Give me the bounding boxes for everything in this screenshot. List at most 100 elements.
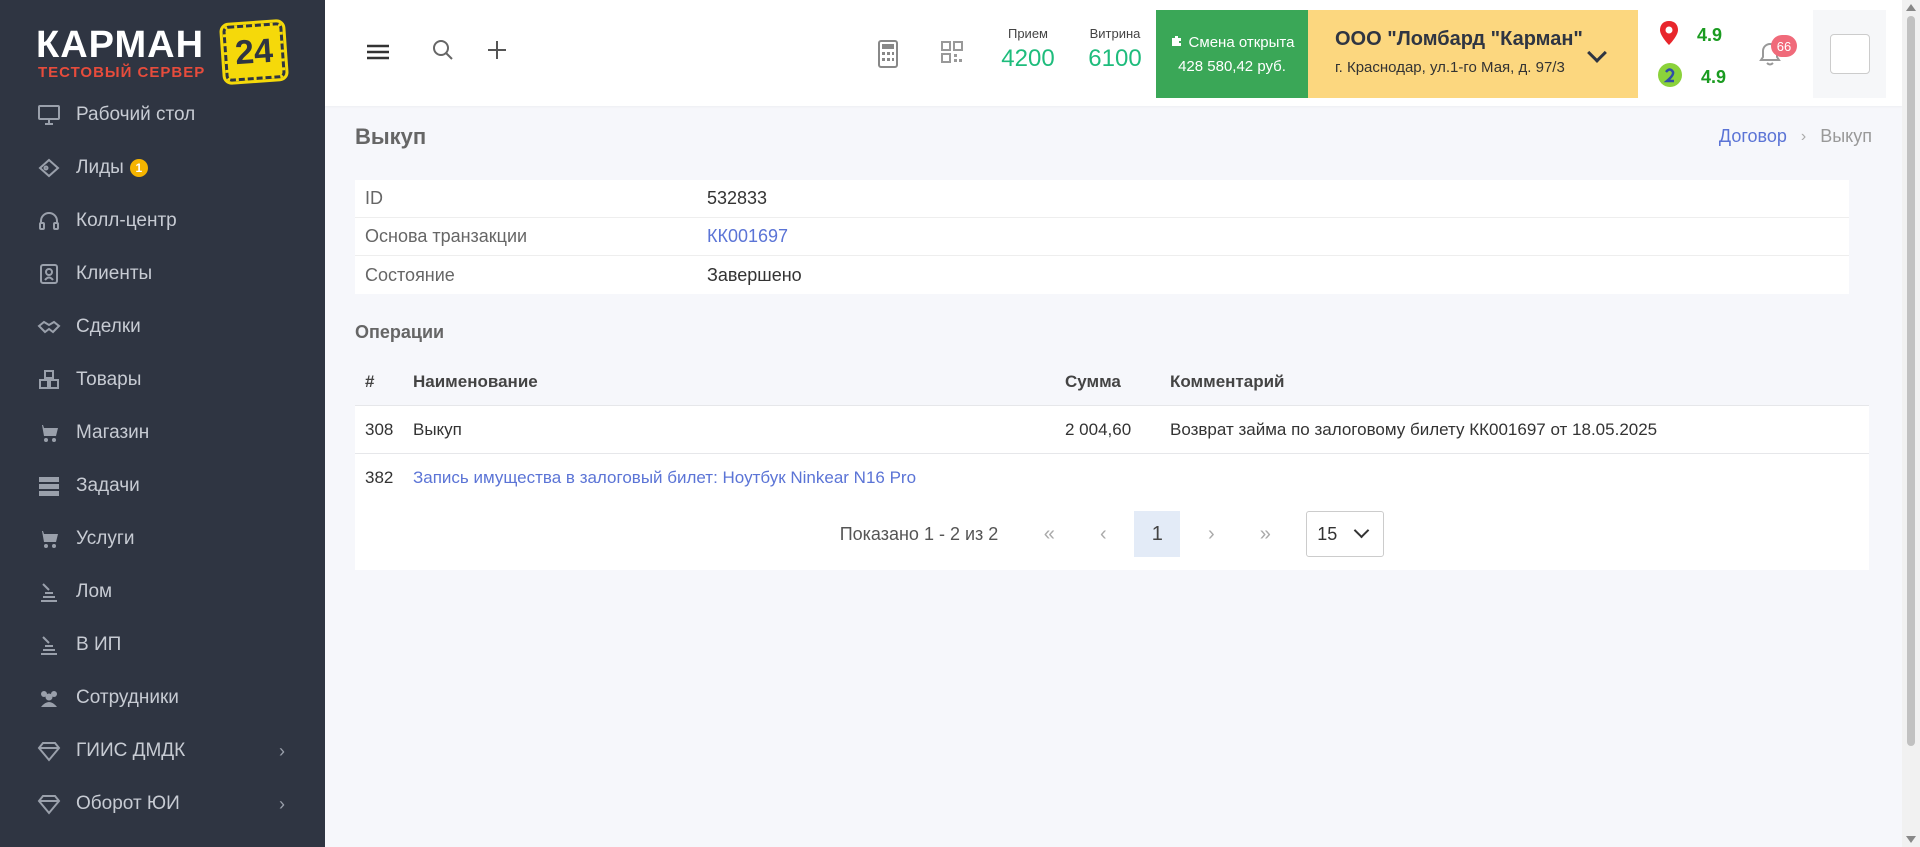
breadcrumb-current: Выкуп bbox=[1820, 126, 1872, 146]
sidebar-item-services[interactable]: Услуги bbox=[0, 512, 325, 565]
logo[interactable]: КАРМАН 24 ТЕСТОВЫЙ СЕРВЕР bbox=[36, 10, 290, 86]
sidebar-item-shop[interactable]: Магазин bbox=[0, 406, 325, 459]
detail-row-basis: Основа транзакции КК001697 bbox=[355, 218, 1849, 256]
shift-status-button[interactable]: Смена открыта 428 580,42 руб. bbox=[1156, 10, 1308, 98]
puzzle-icon bbox=[1170, 34, 1184, 52]
boxes-icon bbox=[36, 369, 62, 391]
cell-name-link[interactable]: Запись имущества в залоговый билет: Ноут… bbox=[413, 468, 916, 488]
page-title: Выкуп bbox=[355, 124, 427, 149]
logo-number: 24 bbox=[218, 18, 290, 86]
main-content: Выкуп Договор › Выкуп ID 532833 Основа т… bbox=[325, 106, 1902, 847]
priem-value: 4200 bbox=[1001, 45, 1055, 72]
sidebar-item-tasks[interactable]: Задачи bbox=[0, 459, 325, 512]
cell-sum: 2 004,60 bbox=[1065, 419, 1132, 439]
rating-map[interactable]: 4.9 bbox=[1659, 20, 1722, 51]
user-menu[interactable] bbox=[1813, 10, 1886, 98]
avatar bbox=[1830, 34, 1870, 74]
per-page-select[interactable]: 15 bbox=[1306, 511, 1385, 557]
sidebar-item-label: Колл-центр bbox=[76, 209, 177, 231]
vitrina-value: 6100 bbox=[1088, 45, 1142, 72]
logo-subtitle: ТЕСТОВЫЙ СЕРВЕР bbox=[38, 64, 206, 81]
contact-card-icon bbox=[36, 263, 62, 285]
sidebar-item-leads[interactable]: Лиды 1 bbox=[0, 141, 325, 194]
sidebar-item-scrap[interactable]: Лом bbox=[0, 565, 325, 618]
details-table: ID 532833 Основа транзакции КК001697 Сос… bbox=[355, 180, 1849, 294]
priem-stat[interactable]: Прием 4200 bbox=[998, 26, 1058, 73]
server-icon bbox=[36, 475, 62, 497]
table-header: # Наименование Сумма Комментарий bbox=[355, 358, 1869, 406]
sidebar-item-employees[interactable]: Сотрудники bbox=[0, 671, 325, 724]
qr-code-icon[interactable] bbox=[940, 40, 964, 64]
column-header[interactable]: Сумма bbox=[1065, 372, 1170, 392]
vitrina-stat[interactable]: Витрина 6100 bbox=[1082, 26, 1148, 73]
scrollbar[interactable] bbox=[1902, 0, 1920, 847]
sidebar-nav: Рабочий стол Лиды 1 Колл-центр Клиенты С… bbox=[0, 88, 325, 830]
priem-label: Прием bbox=[1007, 26, 1048, 41]
monitor-icon bbox=[36, 104, 62, 126]
cart-icon bbox=[36, 422, 62, 444]
scroll-up-icon[interactable] bbox=[1906, 4, 1916, 11]
organization-address: г. Краснодар, ул.1-го Мая, д. 97/3 bbox=[1335, 59, 1565, 76]
scrollbar-thumb[interactable] bbox=[1907, 16, 1915, 746]
sidebar-item-label: Товары bbox=[76, 368, 142, 390]
basis-link[interactable]: КК001697 bbox=[707, 226, 788, 247]
operations-title: Операции bbox=[355, 322, 445, 342]
sidebar-item-deals[interactable]: Сделки bbox=[0, 300, 325, 353]
rating-2gis[interactable]: 4.9 bbox=[1657, 62, 1726, 93]
sidebar-item-label: Клиенты bbox=[76, 262, 153, 284]
detail-row-state: Состояние Завершено bbox=[355, 256, 1849, 294]
handshake-icon bbox=[36, 316, 62, 338]
sidebar-item-label: Задачи bbox=[76, 474, 140, 496]
column-header[interactable]: Комментарий bbox=[1170, 372, 1869, 392]
sidebar: КАРМАН 24 ТЕСТОВЫЙ СЕРВЕР Рабочий стол Л… bbox=[0, 0, 325, 847]
cell-comment: Возврат займа по залоговому билету КК001… bbox=[1170, 419, 1658, 439]
sidebar-item-giis-dmdk[interactable]: ГИИС ДМДК › bbox=[0, 724, 325, 777]
calculator-icon[interactable] bbox=[877, 40, 899, 68]
page-button[interactable]: 1 bbox=[1134, 511, 1181, 557]
sidebar-item-label: Лом bbox=[76, 580, 113, 602]
column-header[interactable]: # bbox=[355, 372, 413, 392]
tag-icon bbox=[36, 157, 62, 179]
vitrina-label: Витрина bbox=[1089, 26, 1141, 41]
last-page-icon[interactable]: » bbox=[1242, 511, 1288, 557]
sidebar-item-label: Магазин bbox=[76, 421, 150, 443]
rating-value: 4.9 bbox=[1697, 25, 1723, 45]
detail-label: ID bbox=[365, 188, 383, 208]
scroll-down-icon[interactable] bbox=[1906, 836, 1916, 843]
detail-row-id: ID 532833 bbox=[355, 180, 1849, 218]
pagination: Показано 1 - 2 из 2 « ‹ 1 › » 15 bbox=[355, 498, 1869, 570]
sidebar-item-label: В ИП bbox=[76, 633, 122, 655]
sidebar-item-goods[interactable]: Товары bbox=[0, 353, 325, 406]
sidebar-item-clients[interactable]: Клиенты bbox=[0, 247, 325, 300]
2gis-icon bbox=[1657, 62, 1683, 93]
search-icon[interactable] bbox=[431, 38, 455, 62]
first-page-icon[interactable]: « bbox=[1026, 511, 1072, 557]
sidebar-item-desktop[interactable]: Рабочий стол bbox=[0, 88, 325, 141]
diamond-icon bbox=[36, 793, 62, 815]
plus-icon[interactable] bbox=[485, 38, 509, 62]
menu-icon[interactable] bbox=[364, 38, 392, 66]
column-header[interactable]: Наименование bbox=[413, 372, 1065, 392]
leads-count-badge: 1 bbox=[129, 158, 148, 177]
shift-amount: 428 580,42 руб. bbox=[1178, 57, 1286, 75]
operations-table: # Наименование Сумма Комментарий 308 Вык… bbox=[355, 358, 1869, 502]
organization-selector[interactable]: ООО "Ломбард "Карман" г. Краснодар, ул.1… bbox=[1308, 10, 1638, 98]
sidebar-item-label: Лиды bbox=[76, 156, 124, 178]
detail-value: 532833 bbox=[707, 188, 768, 208]
rating-value: 4.9 bbox=[1701, 67, 1727, 87]
table-row: 382 Запись имущества в залоговый билет: … bbox=[355, 454, 1869, 502]
breadcrumb-link[interactable]: Договор bbox=[1719, 126, 1787, 147]
map-pin-icon bbox=[1659, 20, 1679, 51]
sidebar-item-call-center[interactable]: Колл-центр bbox=[0, 194, 325, 247]
stack-icon bbox=[36, 581, 62, 603]
logo-brand: КАРМАН bbox=[36, 24, 205, 66]
detail-value: Завершено bbox=[707, 264, 802, 285]
prev-page-icon[interactable]: ‹ bbox=[1080, 511, 1126, 557]
chevron-right-icon: › bbox=[279, 741, 285, 761]
cart-icon bbox=[36, 528, 62, 550]
next-page-icon[interactable]: › bbox=[1188, 511, 1234, 557]
chevron-right-icon: › bbox=[1800, 127, 1807, 145]
notifications-badge: 66 bbox=[1771, 35, 1797, 57]
sidebar-item-oborot-yui[interactable]: Оборот ЮИ › bbox=[0, 777, 325, 830]
sidebar-item-to-ip[interactable]: В ИП bbox=[0, 618, 325, 671]
